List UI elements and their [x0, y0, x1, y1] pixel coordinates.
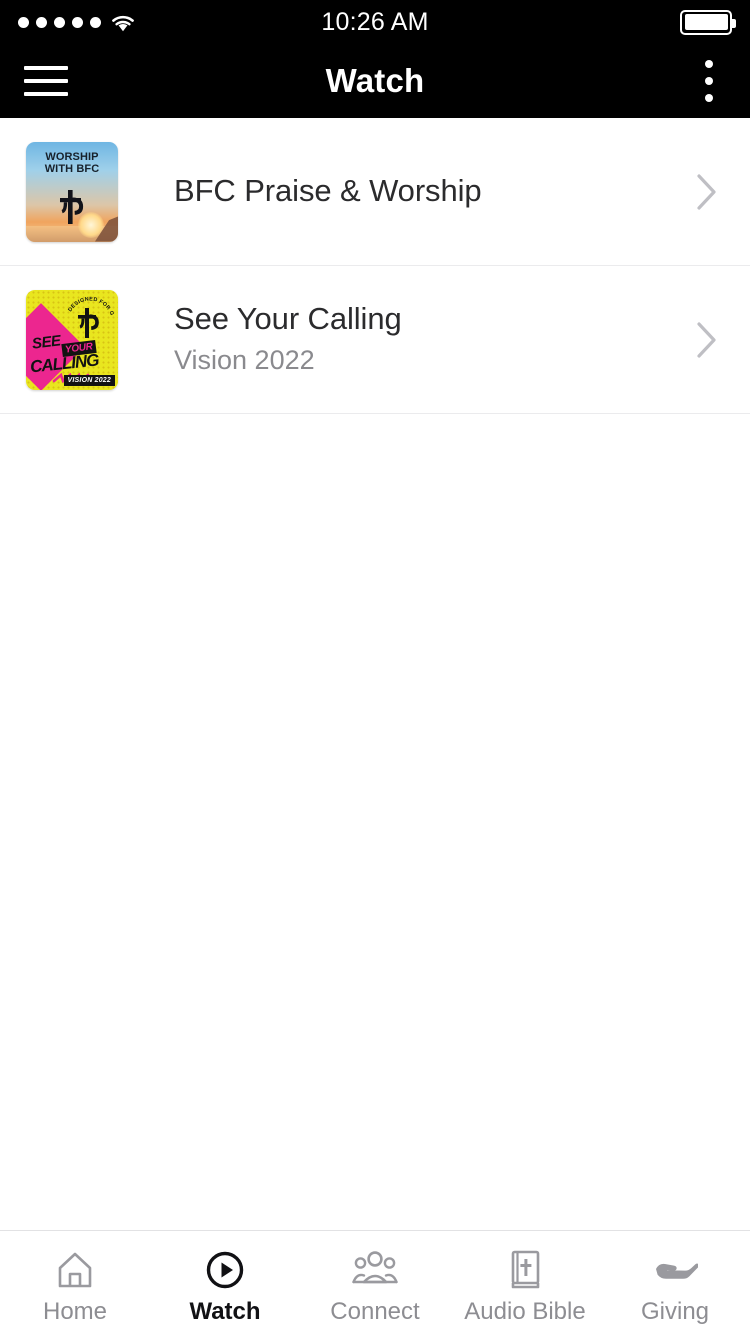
list-item-subtitle: Vision 2022 [174, 344, 315, 375]
list-item-title: BFC Praise & Worship [174, 173, 482, 209]
tab-connect[interactable]: Connect [300, 1231, 450, 1334]
status-bar-right [680, 9, 736, 35]
status-bar: 10:26 AM [0, 0, 750, 44]
tab-label: Audio Bible [464, 1298, 586, 1325]
tab-label: Giving [640, 1298, 710, 1325]
kebab-menu-icon[interactable] [692, 59, 726, 103]
list-item[interactable]: DESIGNED FOR GLORY SEE YOUR CALLING [0, 266, 750, 414]
people-group-icon [352, 1247, 398, 1293]
jc-cross-monogram-icon [55, 188, 89, 231]
bottom-tab-bar: Home Watch Connect Audio Bible Giving [0, 1230, 750, 1334]
page-title: Watch [325, 62, 425, 99]
tab-watch[interactable]: Watch [150, 1231, 300, 1334]
tab-audio-bible[interactable]: Audio Bible [450, 1231, 600, 1334]
status-bar-left [18, 13, 136, 32]
app-screen: 10:26 AM Watch WORSHIP WITH BFC BFC Prai… [0, 0, 750, 1334]
thumbnail-worship: WORSHIP WITH BFC [26, 141, 118, 242]
list-item-text: BFC Praise & Worship [118, 173, 690, 210]
open-hand-icon [652, 1247, 698, 1293]
tab-label: Home [42, 1298, 108, 1325]
thumbnail-title: WORSHIP WITH BFC [44, 150, 100, 175]
signal-strength-icon [18, 16, 101, 28]
bible-book-icon [505, 1247, 545, 1293]
jc-cross-monogram-icon [74, 306, 104, 345]
navigation-bar: Watch [0, 44, 750, 118]
tab-giving[interactable]: Giving [600, 1231, 750, 1334]
list-item-text: See Your Calling Vision 2022 [118, 301, 690, 377]
wifi-icon [110, 13, 136, 32]
watch-list: WORSHIP WITH BFC BFC Praise & Worship DE… [0, 118, 750, 1230]
chevron-right-icon[interactable] [690, 318, 724, 362]
list-item-title: See Your Calling [174, 301, 402, 337]
thumbnail-calling: DESIGNED FOR GLORY SEE YOUR CALLING [26, 289, 118, 390]
tab-home[interactable]: Home [0, 1231, 150, 1334]
play-circle-icon [203, 1247, 247, 1293]
thumbnail-badge: VISION 2022 [63, 374, 115, 386]
thumbnail-word-see: SEE [31, 331, 62, 353]
tab-label: Connect [330, 1298, 420, 1325]
home-icon [54, 1247, 96, 1293]
tab-label: Watch [189, 1298, 261, 1325]
chevron-right-icon[interactable] [690, 170, 724, 214]
hamburger-menu-icon[interactable] [24, 66, 68, 96]
battery-icon [680, 9, 736, 35]
list-item[interactable]: WORSHIP WITH BFC BFC Praise & Worship [0, 118, 750, 266]
